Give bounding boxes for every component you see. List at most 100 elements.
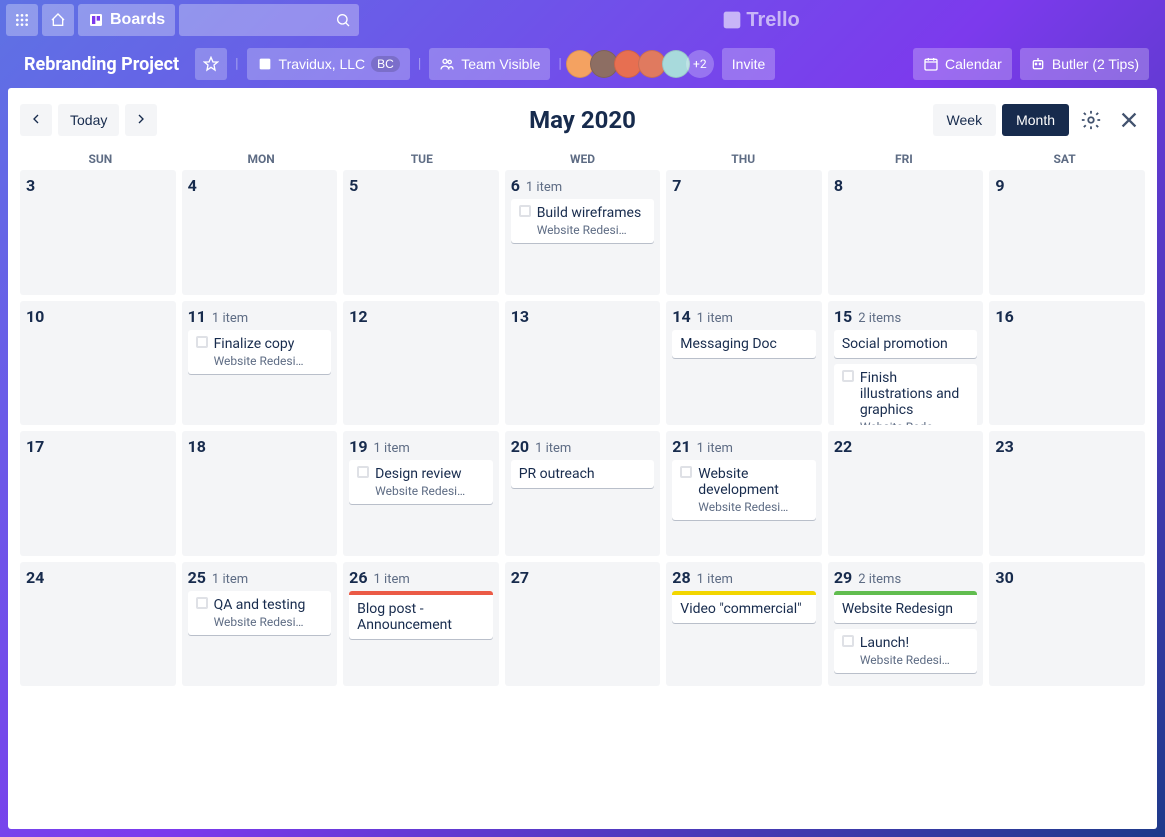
close-button[interactable] [1113,104,1145,136]
people-icon [439,56,455,72]
checkbox-icon [842,635,854,647]
checkbox-icon [842,370,854,382]
day-number: 19 [349,437,367,456]
calendar-card[interactable]: Messaging Doc [672,330,816,358]
star-icon [203,56,219,72]
calendar-cell[interactable]: 141 itemMessaging Doc [666,301,822,426]
calendar-cell[interactable]: 5 [343,170,499,295]
board-title[interactable]: Rebranding Project [16,50,187,79]
day-number: 14 [672,307,690,326]
item-count: 2 items [858,572,901,587]
calendar-cell[interactable]: 10 [20,301,176,426]
day-number: 22 [834,437,852,456]
calendar-cell[interactable]: 3 [20,170,176,295]
calendar-cell[interactable]: 30 [989,562,1145,687]
calendar-card[interactable]: Social promotion [834,330,978,358]
calendar-cell[interactable]: 18 [182,431,338,556]
top-nav: Boards Trello [0,0,1165,40]
calendar-powerup-button[interactable]: Calendar [913,48,1012,80]
today-button[interactable]: Today [58,104,119,136]
checkbox-icon [357,466,369,478]
calendar-cell[interactable]: 61 itemBuild wireframesWebsite Redesi… [505,170,661,295]
boards-button[interactable]: Boards [78,4,175,36]
item-count: 1 item [212,311,248,326]
calendar-card[interactable]: Website Redesign [834,591,978,623]
calendar-card[interactable]: Build wireframes Website Redesi… [511,199,655,243]
more-members[interactable]: +2 [686,50,714,78]
day-number: 20 [511,437,529,456]
home-button[interactable] [42,4,74,36]
star-button[interactable] [195,48,227,80]
next-month-button[interactable] [125,104,157,136]
weekday-header: WED [502,152,663,166]
calendar-cell[interactable]: 16 [989,301,1145,426]
calendar-card[interactable]: Video "commercial" [672,591,816,623]
calendar-card[interactable]: Website developmentWebsite Redesi… [672,460,816,520]
day-number: 16 [995,307,1013,326]
card-title: Build wireframes [537,205,647,221]
calendar-cell[interactable]: 201 itemPR outreach [505,431,661,556]
card-board-name: Website Redesi… [860,653,970,667]
weekday-header: MON [181,152,342,166]
workspace-icon [257,56,273,72]
calendar-cell[interactable]: 8 [828,170,984,295]
card-title: Launch! [860,635,970,651]
calendar-cell[interactable]: 251 itemQA and testingWebsite Redesi… [182,562,338,687]
calendar-card[interactable]: Launch! Website Redesi… [834,629,978,673]
calendar-card[interactable]: PR outreach [511,460,655,488]
settings-button[interactable] [1075,104,1107,136]
card-board-name: Website Redesi… [537,223,647,237]
search-input[interactable] [179,4,359,36]
day-number: 30 [995,568,1013,587]
calendar-cell[interactable]: 27 [505,562,661,687]
calendar-card[interactable]: Finalize copyWebsite Redesi… [188,330,332,374]
day-number: 11 [188,307,206,326]
card-title: Website Redesign [842,601,970,617]
day-number: 3 [26,176,35,195]
weekday-header: SUN [20,152,181,166]
visibility-button[interactable]: Team Visible [429,48,550,80]
calendar-card[interactable]: Design reviewWebsite Redesi… [349,460,493,504]
separator: | [558,56,561,72]
card-board-name: Website Redesi… [698,500,808,514]
workspace-badge: BC [371,56,400,72]
calendar-cell[interactable]: 261 itemBlog post - Announcement [343,562,499,687]
chevron-left-icon [28,111,44,127]
calendar-cell[interactable]: 152 itemsSocial promotionFinish illustra… [828,301,984,426]
calendar-cell[interactable]: 191 itemDesign reviewWebsite Redesi… [343,431,499,556]
calendar-card[interactable]: QA and testingWebsite Redesi… [188,591,332,635]
calendar-cell[interactable]: 24 [20,562,176,687]
calendar-cell[interactable]: 7 [666,170,822,295]
board-header: Rebranding Project | Travidux, LLC BC | … [0,40,1165,88]
card-title: Blog post - Announcement [357,601,485,633]
calendar-cell[interactable]: 22 [828,431,984,556]
calendar-cell[interactable]: 17 [20,431,176,556]
day-number: 8 [834,176,843,195]
calendar-cell[interactable]: 281 itemVideo "commercial" [666,562,822,687]
workspace-button[interactable]: Travidux, LLC BC [247,48,410,80]
calendar-title: May 2020 [529,106,636,134]
calendar-cell[interactable]: 23 [989,431,1145,556]
day-number: 9 [995,176,1004,195]
calendar-cell[interactable]: 292 itemsWebsite RedesignLaunch!Website … [828,562,984,687]
calendar-cell[interactable]: 4 [182,170,338,295]
trello-icon [88,12,104,28]
calendar-cell[interactable]: 12 [343,301,499,426]
visibility-label: Team Visible [461,56,540,72]
card-title: QA and testing [214,597,324,613]
calendar-card[interactable]: Finish illustrations and graphicsWebsite… [834,364,978,426]
prev-month-button[interactable] [20,104,52,136]
calendar-cell[interactable]: 11 1 item Finalize copyWebsite Redesi… [182,301,338,426]
day-number: 4 [188,176,197,195]
calendar-cell[interactable]: 13 [505,301,661,426]
trello-logo-icon [722,10,742,30]
calendar-cell[interactable]: 211 itemWebsite developmentWebsite Redes… [666,431,822,556]
invite-button[interactable]: Invite [722,48,775,80]
butler-button[interactable]: Butler (2 Tips) [1020,48,1149,80]
checkbox-icon [196,597,208,609]
month-view-button[interactable]: Month [1002,104,1069,136]
calendar-card[interactable]: Blog post - Announcement [349,591,493,639]
calendar-cell[interactable]: 9 [989,170,1145,295]
apps-button[interactable] [6,4,38,36]
week-view-button[interactable]: Week [933,104,997,136]
